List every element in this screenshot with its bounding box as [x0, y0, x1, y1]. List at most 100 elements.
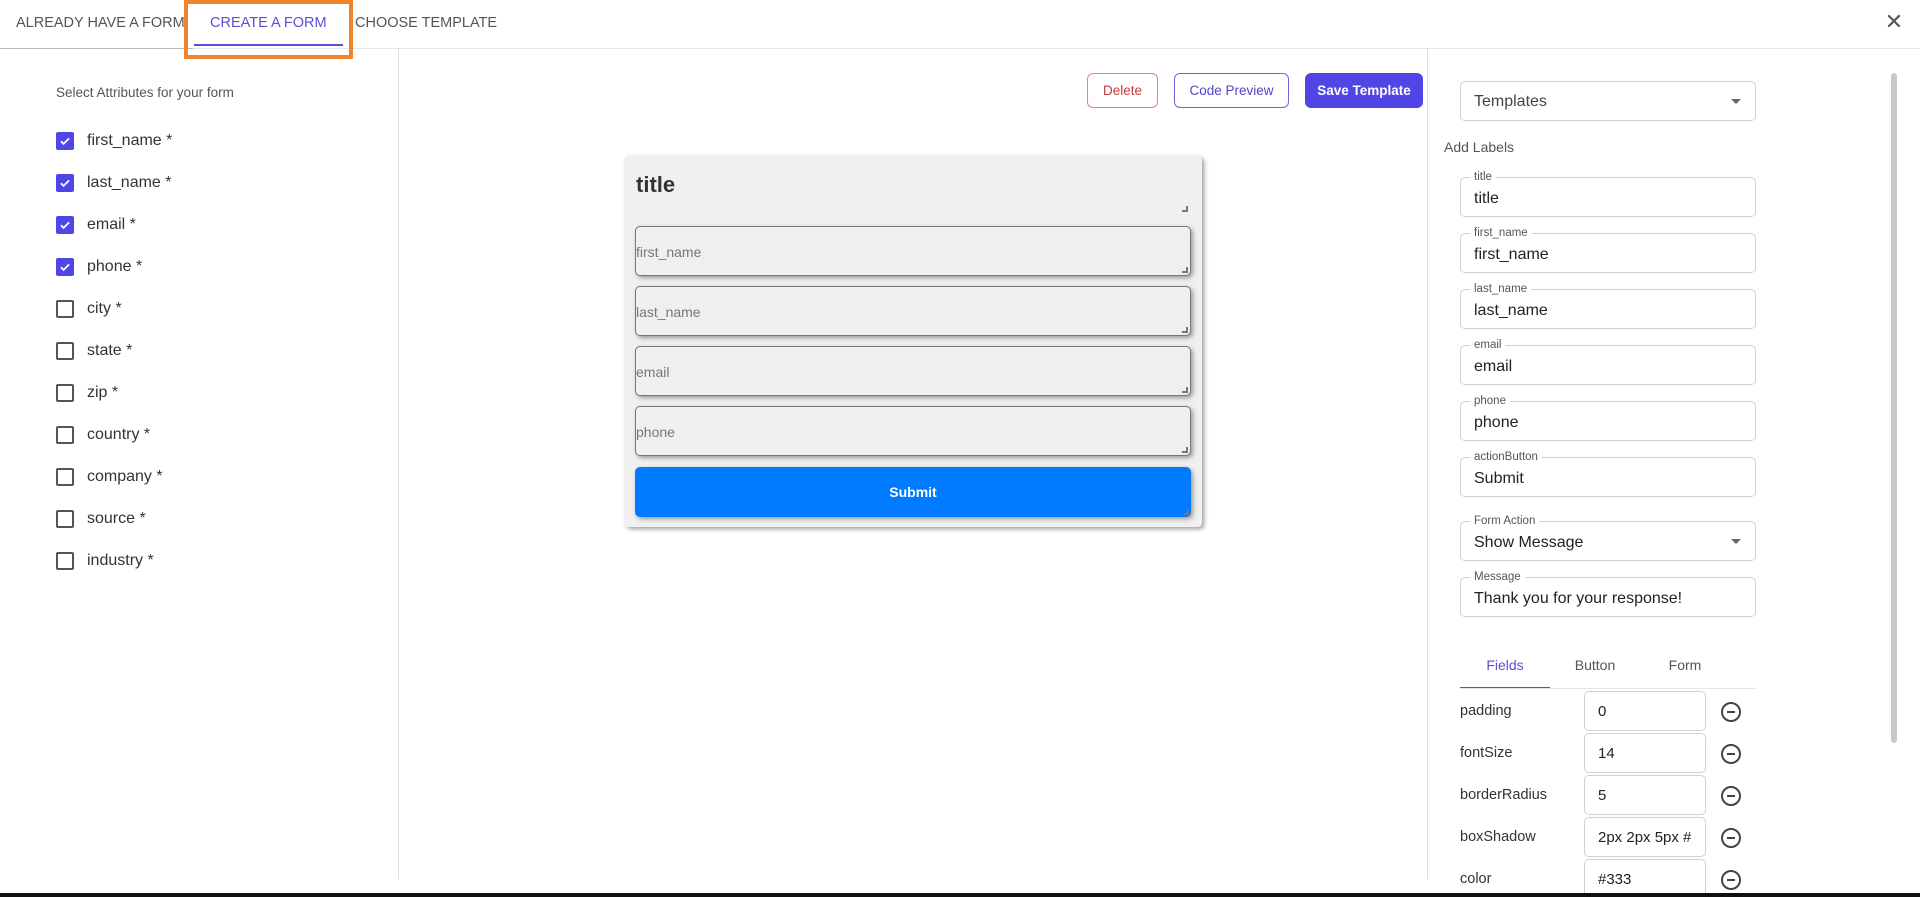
property-value: 5: [1598, 787, 1607, 804]
check-icon: [60, 137, 70, 146]
check-icon: [60, 263, 70, 272]
remove-property-icon[interactable]: [1721, 828, 1741, 848]
attribute-option[interactable]: industry *: [56, 549, 154, 573]
label-field-value: email: [1474, 358, 1513, 375]
label-field-title[interactable]: title title: [1460, 171, 1756, 217]
attribute-option[interactable]: company *: [56, 465, 163, 489]
templates-select[interactable]: Templates: [1460, 81, 1756, 121]
subtab-divider: [1460, 688, 1756, 689]
form-action-label: Form Action: [1470, 515, 1540, 527]
checkbox-checked[interactable]: [56, 216, 74, 234]
property-value-input[interactable]: #333: [1584, 859, 1706, 897]
templates-select-value: Templates: [1474, 93, 1547, 110]
property-value-input[interactable]: 5: [1584, 775, 1706, 815]
remove-property-icon[interactable]: [1721, 870, 1741, 890]
preview-submit-button[interactable]: Submit: [635, 467, 1191, 517]
resize-handle[interactable]: [1183, 509, 1189, 515]
label-field-last-name[interactable]: last_name last_name: [1460, 283, 1756, 329]
subtab-fields[interactable]: Fields: [1460, 647, 1550, 689]
tab-choose-template[interactable]: CHOOSE TEMPLATE: [355, 0, 497, 47]
delete-button[interactable]: Delete: [1087, 73, 1158, 108]
property-value-input[interactable]: 14: [1584, 733, 1706, 773]
label-field-email[interactable]: email email: [1460, 339, 1756, 385]
label-field-caption: phone: [1470, 395, 1510, 407]
attribute-label: zip *: [87, 384, 119, 401]
preview-field-phone[interactable]: phone: [635, 406, 1191, 456]
checkbox-unchecked[interactable]: [56, 426, 74, 444]
property-value-input[interactable]: 2px 2px 5px #: [1584, 817, 1706, 857]
remove-property-icon[interactable]: [1721, 786, 1741, 806]
message-label: Message: [1470, 571, 1525, 583]
checkbox-unchecked[interactable]: [56, 384, 74, 402]
attribute-label: company *: [87, 468, 163, 485]
label-field-value: Submit: [1474, 470, 1524, 487]
resize-handle[interactable]: [1182, 267, 1188, 273]
caret-down-icon: [1731, 99, 1741, 104]
checkbox-checked[interactable]: [56, 258, 74, 276]
scrollbar[interactable]: [1891, 73, 1897, 743]
property-name: padding: [1460, 703, 1512, 719]
check-icon: [60, 179, 70, 188]
label-field-value: last_name: [1474, 302, 1548, 319]
attribute-option[interactable]: zip *: [56, 381, 118, 405]
label-field-caption: last_name: [1470, 283, 1532, 295]
checkbox-unchecked[interactable]: [56, 510, 74, 528]
code-preview-button[interactable]: Code Preview: [1174, 73, 1289, 108]
checkbox-checked[interactable]: [56, 174, 74, 192]
attribute-option[interactable]: source *: [56, 507, 146, 531]
form-preview-title: title: [636, 172, 676, 197]
attribute-option[interactable]: email *: [56, 213, 136, 237]
attribute-label: last_name *: [87, 174, 172, 191]
property-value-input[interactable]: 0: [1584, 691, 1706, 731]
label-field-value: title: [1474, 190, 1499, 207]
label-field-phone[interactable]: phone phone: [1460, 395, 1756, 441]
checkbox-unchecked[interactable]: [56, 552, 74, 570]
attribute-option[interactable]: country *: [56, 423, 150, 447]
attribute-label: source *: [87, 510, 146, 527]
submit-label: Submit: [889, 484, 937, 500]
close-icon[interactable]: ✕: [1883, 11, 1905, 34]
preview-field-first-name[interactable]: first_name: [635, 226, 1191, 276]
attribute-option[interactable]: first_name *: [56, 129, 172, 153]
preview-field-email[interactable]: email: [635, 346, 1191, 396]
label-field-caption: title: [1470, 171, 1496, 183]
save-template-button[interactable]: Save Template: [1305, 73, 1423, 108]
remove-property-icon[interactable]: [1721, 744, 1741, 764]
property-value: 0: [1598, 703, 1607, 720]
property-value: #333: [1598, 871, 1632, 888]
subtab-form[interactable]: Form: [1640, 647, 1730, 689]
remove-property-icon[interactable]: [1721, 702, 1741, 722]
message-value: Thank you for your response!: [1474, 590, 1683, 607]
property-name: fontSize: [1460, 745, 1513, 761]
checkbox-unchecked[interactable]: [56, 342, 74, 360]
form-preview: title first_name last_name email phone S…: [625, 156, 1202, 527]
checkbox-checked[interactable]: [56, 132, 74, 150]
property-name: boxShadow: [1460, 829, 1536, 845]
field-placeholder: first_name: [636, 244, 702, 260]
message-field[interactable]: Message Thank you for your response!: [1460, 571, 1756, 617]
attribute-label: industry *: [87, 552, 154, 569]
attribute-label: city *: [87, 300, 122, 317]
attribute-option[interactable]: state *: [56, 339, 132, 363]
property-value: 14: [1598, 745, 1615, 762]
resize-handle[interactable]: [1182, 327, 1188, 333]
attribute-label: phone *: [87, 258, 143, 275]
property-value: 2px 2px 5px #: [1598, 829, 1692, 846]
attribute-option[interactable]: phone *: [56, 255, 142, 279]
tab-already-have-form[interactable]: ALREADY HAVE A FORM: [0, 0, 193, 49]
label-field-first-name[interactable]: first_name first_name: [1460, 227, 1756, 273]
resize-handle[interactable]: [1182, 447, 1188, 453]
attribute-option[interactable]: last_name *: [56, 171, 172, 195]
form-action-select[interactable]: Form Action Show Message: [1460, 515, 1756, 561]
subtab-button[interactable]: Button: [1550, 647, 1640, 689]
checkbox-unchecked[interactable]: [56, 300, 74, 318]
resize-handle[interactable]: [1182, 206, 1188, 212]
attribute-option[interactable]: city *: [56, 297, 122, 321]
preview-field-last-name[interactable]: last_name: [635, 286, 1191, 336]
label-field-actionbutton[interactable]: actionButton Submit: [1460, 451, 1756, 497]
checkbox-unchecked[interactable]: [56, 468, 74, 486]
check-icon: [60, 221, 70, 230]
resize-handle[interactable]: [1182, 387, 1188, 393]
property-name: borderRadius: [1460, 787, 1548, 803]
label-field-value: first_name: [1474, 246, 1549, 263]
